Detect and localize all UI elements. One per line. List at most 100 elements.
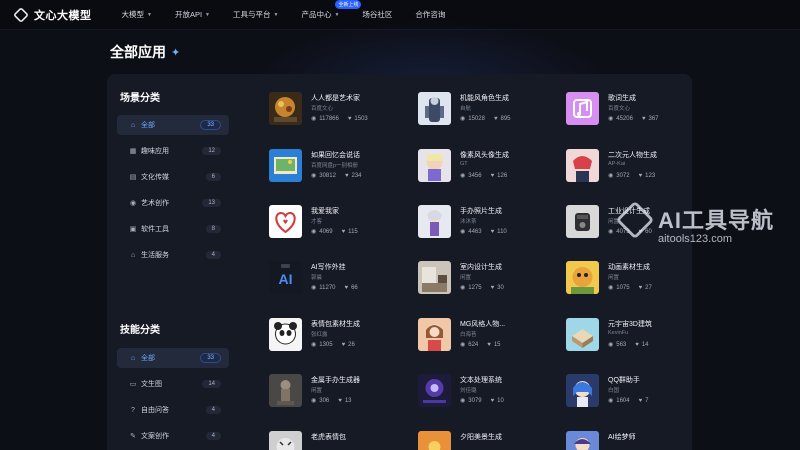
sidebar-item[interactable]: ▭ 文生图 14 xyxy=(117,374,229,394)
count-badge: 8 xyxy=(205,225,221,233)
apps-panel: 场景分类 技能分类 ⌂ 全部 33 ▦ 趣味应用 12 ▤ 文化传媒 6 ◉ 艺术创作 13 ▣ 软件工具… xyxy=(107,74,692,450)
eye-icon: ◉ xyxy=(460,285,466,291)
app-author: 才客 xyxy=(311,219,323,225)
new-badge: 全新上线 xyxy=(335,0,362,9)
view-count: 15028 xyxy=(468,115,485,122)
scene-category-title: 场景分类 xyxy=(120,93,160,104)
heart-icon: ♥ xyxy=(487,341,491,348)
count-badge: 33 xyxy=(200,120,221,130)
app-card[interactable]: QQ群助手 白国 ◉ 1604 ♥ 7 xyxy=(566,374,706,410)
heart-icon: ♥ xyxy=(490,284,495,291)
app-card[interactable]: 歌词生成 百度文心 ◉ 45206 ♥ 367 xyxy=(566,92,706,128)
sidebar-item-label: 文案创作 xyxy=(141,433,169,440)
app-thumbnail xyxy=(566,149,599,182)
app-thumbnail xyxy=(566,374,599,407)
eye-icon: ◉ xyxy=(311,398,317,404)
nav-item[interactable]: 产品中心 ▼ 全新上线 xyxy=(301,0,362,20)
view-count: 45206 xyxy=(616,115,633,122)
sidebar-item[interactable]: ▣ 软件工具 8 xyxy=(117,219,229,239)
sidebar-item[interactable]: ⌂ 全部 33 xyxy=(117,115,229,135)
app-thumbnail xyxy=(418,92,451,125)
brand-logo[interactable]: 文心大模型 xyxy=(13,6,92,23)
app-stats: ◉ 15028 ♥ 895 xyxy=(460,115,511,123)
app-card[interactable]: 人人都是艺术家 百度文心 ◉ 117866 ♥ 1503 xyxy=(269,92,409,128)
eye-icon: ◉ xyxy=(460,342,466,348)
app-card[interactable]: 老虎表情包 xyxy=(269,431,409,450)
app-thumbnail xyxy=(269,374,302,407)
nav-item[interactable]: 开放API ▼ xyxy=(175,9,210,20)
sidebar-item[interactable]: ⌂ 全部 33 xyxy=(117,348,229,368)
app-card[interactable]: 金属手办生成器 闲置 ◉ 306 ♥ 13 xyxy=(269,374,409,410)
app-card[interactable]: 夕阳美景生成 xyxy=(418,431,558,450)
sidebar-item[interactable]: ✎ 文案创作 4 xyxy=(117,426,229,446)
app-title: 我爱我家 xyxy=(311,208,339,215)
sidebar-item[interactable]: ⌂ 生活服务 4 xyxy=(117,245,229,265)
app-title: 手办照片生成 xyxy=(460,208,502,215)
app-stats: ◉ 117866 ♥ 1503 xyxy=(311,115,368,123)
app-thumbnail xyxy=(566,261,599,294)
count-badge: 6 xyxy=(205,173,221,181)
app-card[interactable]: ♥ 我爱我家 才客 ◉ 4069 ♥ 115 xyxy=(269,205,409,241)
heart-icon: ♥ xyxy=(344,172,349,179)
heart-icon: ♥ xyxy=(641,115,646,122)
app-card[interactable]: 机能风角色生成 自航 ◉ 15028 ♥ 895 xyxy=(418,92,558,128)
app-author: 郭晨 xyxy=(311,275,323,281)
app-stats: ◉ 624 ♥ 15 xyxy=(460,341,501,349)
like-count: 27 xyxy=(645,284,652,291)
home-icon: ⌂ xyxy=(130,354,136,362)
sidebar-item-label: 全部 xyxy=(141,122,155,129)
view-count: 624 xyxy=(468,341,479,348)
nav-item[interactable]: 合作咨询 xyxy=(415,9,445,20)
sidebar-item[interactable]: ◉ 艺术创作 13 xyxy=(117,193,229,213)
app-thumbnail xyxy=(269,318,302,351)
app-card[interactable]: AI AI写作外挂 郭晨 ◉ 11270 ♥ 66 xyxy=(269,261,409,297)
eye-icon: ◉ xyxy=(460,116,466,122)
app-card[interactable]: 手办照片生成 沐沐茶 ◉ 4463 ♥ 110 xyxy=(418,205,558,241)
sidebar-item-label: 软件工具 xyxy=(141,226,169,233)
sidebar-item[interactable]: ▦ 趣味应用 12 xyxy=(117,141,229,161)
eye-icon: ◉ xyxy=(608,173,614,179)
app-card[interactable]: 像素风头像生成 GT ◉ 3456 ♥ 126 xyxy=(418,149,558,185)
app-thumbnail xyxy=(566,92,599,125)
app-card[interactable]: 如果回忆会说话 百度网盘p一别相册 ◉ 30812 ♥ 234 xyxy=(269,149,409,185)
view-count: 3456 xyxy=(468,172,482,179)
app-card[interactable]: 二次元人物生成 AP-Kai ◉ 3072 ♥ 123 xyxy=(566,149,706,185)
app-author: 闲置 xyxy=(608,275,620,281)
sidebar-item[interactable]: ▤ 文化传媒 6 xyxy=(117,167,229,187)
logo-text: 文心大模型 xyxy=(34,9,92,22)
grid-icon: ▦ xyxy=(129,148,137,155)
app-author: KevinFu xyxy=(608,330,629,336)
watermark-title: AI工具导航 xyxy=(658,208,775,233)
home-icon: ⌂ xyxy=(130,121,136,129)
app-card[interactable]: 室内设计生成 闲置 ◉ 1275 ♥ 30 xyxy=(418,261,558,297)
nav-item[interactable]: 大模型 ▼ xyxy=(122,9,152,20)
eye-icon: ◉ xyxy=(311,285,317,291)
app-title: 室内设计生成 xyxy=(460,264,502,271)
app-thumbnail xyxy=(566,205,599,238)
eye-icon: ◉ xyxy=(311,229,317,235)
app-card[interactable]: MG风格人物... 白海苔 ◉ 624 ♥ 15 xyxy=(418,318,558,354)
view-count: 1275 xyxy=(468,284,482,291)
app-thumbnail xyxy=(566,318,599,351)
app-card[interactable]: 动画素材生成 闲置 ◉ 1075 ♥ 27 xyxy=(566,261,706,297)
app-title: 机能风角色生成 xyxy=(460,95,509,102)
book-icon: ▤ xyxy=(129,174,137,181)
app-card[interactable]: 表情包素材生成 张红露 ◉ 1305 ♥ 26 xyxy=(269,318,409,354)
view-count: 1305 xyxy=(319,341,333,348)
nav-item[interactable]: 工具与平台 ▼ xyxy=(233,9,278,20)
sparkle-icon: ✦ xyxy=(171,46,181,59)
app-author: 张红露 xyxy=(311,332,328,338)
app-card[interactable]: AI绘梦师 xyxy=(566,431,706,450)
heart-icon: ♥ xyxy=(341,228,346,235)
app-card[interactable]: 元宇宙3D建筑 KevinFu ◉ 563 ♥ 14 xyxy=(566,318,706,354)
nav-item[interactable]: 场谷社区 xyxy=(362,9,392,20)
app-author: AP-Kai xyxy=(608,161,626,167)
app-thumbnail xyxy=(566,431,599,450)
view-count: 1075 xyxy=(616,284,630,291)
app-stats: ◉ 3079 ♥ 10 xyxy=(460,397,504,405)
nav-item-label: 合作咨询 xyxy=(415,10,446,19)
view-count: 3072 xyxy=(616,172,630,179)
app-card[interactable]: 文本处理系统 刘佳璐 ◉ 3079 ♥ 10 xyxy=(418,374,558,410)
like-count: 110 xyxy=(497,228,507,235)
sidebar-item[interactable]: ? 自由问答 4 xyxy=(117,400,229,420)
